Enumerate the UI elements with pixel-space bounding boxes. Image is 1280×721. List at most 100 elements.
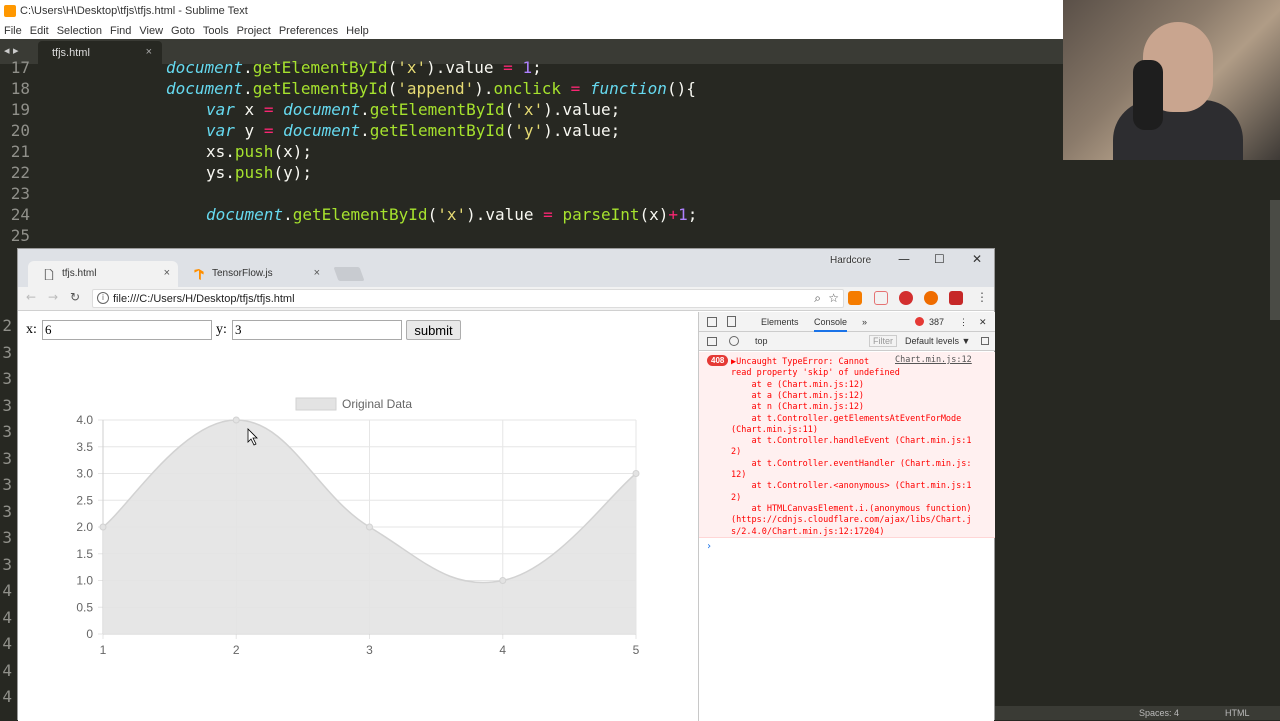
stack-trace-line: at HTMLCanvasElement.i.(anonymous functi… [731, 503, 972, 514]
minimize-icon[interactable]: — [898, 252, 910, 266]
code-token: y [234, 121, 264, 140]
zoom-icon[interactable]: ⌕ [814, 291, 821, 306]
menu-icon[interactable]: ⋮ [976, 290, 988, 304]
stack-trace-line: at a (Chart.min.js:12) [731, 390, 865, 401]
console-filter-bar: top Filter Default levels ▼ [699, 332, 995, 351]
editor-scrollbar[interactable] [1270, 200, 1280, 320]
stack-trace-line: 2) [731, 492, 742, 503]
error-source-link[interactable]: Chart.min.js:12 [895, 355, 972, 365]
tensorflow-icon [194, 269, 204, 280]
context-selector[interactable]: top [755, 336, 855, 346]
menu-goto[interactable]: Goto [167, 25, 199, 37]
extension-icon[interactable] [874, 291, 888, 305]
tab-console[interactable]: Console [814, 317, 848, 332]
error-count[interactable]: 387 [929, 317, 944, 327]
more-tabs-icon[interactable]: » [862, 317, 867, 327]
code-line[interactable]: document.getElementById('append').onclic… [166, 79, 696, 98]
settings-checkbox[interactable] [981, 337, 989, 345]
profile-name[interactable]: Hardcore [830, 255, 871, 266]
code-line[interactable]: xs.push(x); [206, 142, 312, 161]
code-token: = [503, 58, 513, 77]
code-token: ( [387, 58, 398, 77]
device-toggle-icon[interactable] [727, 316, 736, 327]
inspect-icon[interactable] [707, 317, 717, 327]
page-viewport: x: 6 y: 3 submit 0 0.5 1.0 1.5 2.0 2.5 3.0 3.5 4… [18, 312, 698, 721]
tab-elements[interactable]: Elements [761, 317, 799, 327]
code-token: value [445, 58, 504, 77]
menu-project[interactable]: Project [233, 25, 275, 37]
address-bar[interactable]: i file:///C:/Users/H/Desktop/tfjs/tfjs.h… [92, 289, 844, 308]
devtools-menu-icon[interactable]: ⋮ [959, 317, 968, 328]
line-number: 17 [10, 58, 30, 77]
code-token: ( [387, 79, 398, 98]
code-token: . [243, 58, 253, 77]
menu-view[interactable]: View [135, 25, 167, 37]
sidebar-toggle-icon[interactable] [707, 337, 717, 346]
info-icon[interactable]: i [97, 292, 109, 304]
error-icon [915, 317, 924, 326]
menu-selection[interactable]: Selection [53, 25, 106, 37]
console-prompt[interactable]: › [706, 541, 712, 552]
maximize-icon[interactable]: ☐ [934, 252, 945, 266]
extension-icon[interactable] [848, 291, 862, 305]
clear-console-icon[interactable] [729, 336, 739, 346]
extension-icon[interactable] [949, 291, 963, 305]
line-number: 19 [10, 100, 30, 119]
code-line[interactable]: document.getElementById('x').value = par… [206, 205, 697, 224]
close-window-icon[interactable]: ✕ [972, 252, 982, 266]
close-icon[interactable]: × [164, 267, 170, 279]
forward-icon[interactable]: → [48, 290, 58, 304]
webcam-overlay [1063, 0, 1280, 160]
code-line[interactable]: var y = document.getElementById('y').val… [206, 121, 620, 140]
back-icon[interactable]: ← [26, 290, 36, 304]
console-error-message: 408 Chart.min.js:12 ▶Uncaught TypeError:… [699, 352, 995, 538]
code-line[interactable]: var x = document.getElementById('x').val… [206, 100, 620, 119]
status-spaces[interactable]: Spaces: 4 [1139, 708, 1179, 718]
code-token: var [206, 121, 235, 140]
filter-input[interactable]: Filter [869, 335, 897, 347]
code-token: ). [474, 79, 494, 98]
menu-tools[interactable]: Tools [199, 25, 233, 37]
stack-trace-line: at t.Controller.handleEvent (Chart.min.j… [731, 436, 972, 447]
close-icon[interactable]: × [146, 46, 152, 58]
editor-title: C:\Users\H\Desktop\tfjs\tfjs.html - Subl… [20, 5, 248, 17]
y-tick-label: 2.5 [76, 493, 93, 507]
browser-tab-tensorflow[interactable]: TensorFlow.js × [178, 261, 328, 287]
editor-tab-tfjs[interactable]: tfjs.html × [38, 41, 162, 64]
code-token: document [206, 205, 284, 224]
close-devtools-icon[interactable]: ✕ [979, 317, 987, 328]
y-tick-label: 0.5 [76, 600, 93, 614]
status-syntax[interactable]: HTML [1225, 708, 1250, 718]
chart[interactable]: 0 0.5 1.0 1.5 2.0 2.5 3.0 3.5 4.0 1 2 3 4 5 Original D… [18, 312, 698, 721]
line-number: 3 [2, 342, 12, 362]
menu-file[interactable]: File [0, 25, 26, 37]
line-number: 20 [10, 121, 30, 140]
code-token: (){ [666, 79, 696, 98]
close-icon[interactable]: × [314, 267, 320, 279]
x-tick-label: 1 [100, 643, 107, 657]
menu-help[interactable]: Help [342, 25, 373, 37]
tab-nav-arrows-icon[interactable]: ◂ ▸ [4, 44, 19, 57]
code-token: = [543, 205, 553, 224]
code-line[interactable]: document.getElementById('x').value = 1; [166, 58, 542, 77]
browser-window: tfjs.html × TensorFlow.js × Hardcore — ☐… [17, 248, 995, 721]
bookmark-star-icon[interactable]: ☆ [828, 291, 839, 305]
y-tick-label: 1.0 [76, 574, 93, 588]
browser-tab-tfjs[interactable]: tfjs.html × [28, 261, 178, 287]
menu-preferences[interactable]: Preferences [275, 25, 342, 37]
code-token: document [283, 100, 361, 119]
stack-trace-line: (Chart.min.js:11) [731, 424, 818, 435]
menu-edit[interactable]: Edit [26, 25, 53, 37]
stack-trace-line: at t.Controller.eventHandler (Chart.min.… [731, 458, 972, 469]
code-line[interactable]: ys.push(y); [206, 163, 312, 182]
extension-icon[interactable] [899, 291, 913, 305]
menu-find[interactable]: Find [106, 25, 135, 37]
new-tab-button[interactable] [333, 267, 365, 281]
stack-trace-line: 2) [731, 447, 742, 458]
levels-dropdown[interactable]: Default levels ▼ [905, 336, 970, 346]
reload-icon[interactable]: ↻ [70, 290, 80, 304]
code-token: onclick [493, 79, 561, 98]
data-point [99, 523, 107, 531]
code-token: = [263, 121, 274, 140]
extension-icon[interactable] [924, 291, 938, 305]
